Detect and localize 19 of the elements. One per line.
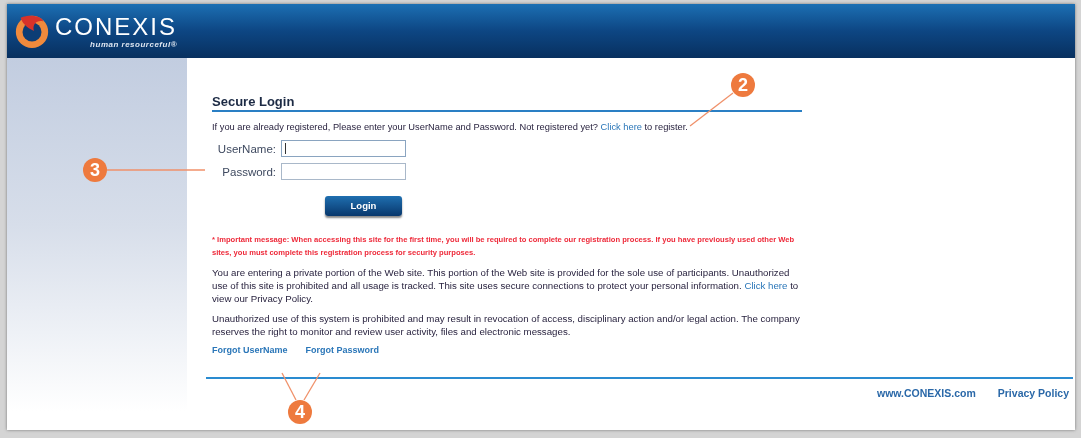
forgot-link[interactable]: Forgot UserName	[212, 344, 288, 355]
field-label: Password:	[221, 165, 276, 178]
field-label: UserName:	[216, 142, 276, 155]
footer-link[interactable]: www.CONEXIS.com	[877, 386, 976, 399]
footer-link[interactable]: Privacy Policy	[997, 386, 1069, 399]
privacy-link[interactable]: Click here	[744, 279, 788, 291]
forgot-link[interactable]: Forgot Password	[305, 344, 380, 355]
input-field[interactable]	[281, 140, 406, 157]
register-link[interactable]: Click here	[600, 122, 642, 132]
input-field[interactable]	[281, 163, 406, 180]
logo-wordmark: CONEXIS	[55, 13, 178, 40]
login-button[interactable]: Login	[325, 195, 402, 216]
privacy-notice: You are entering a private portion of the Web site. This portion of the Web site is provided for the sole use of participants. Unauthorized use of this site is prohibited and all usage is tracked. This site uses secure connections to protect your personal information. Click here to view our Privacy Policy.	[212, 265, 800, 305]
leader-line	[689, 92, 734, 127]
intro-text: If you are already registered, Please enter your UserName and Password. Not registered yet? Click here to register.	[212, 122, 689, 132]
login-heading: Secure Login	[212, 94, 802, 112]
leader-line	[281, 372, 321, 401]
logo-tagline: human resourceful®	[90, 39, 178, 49]
warning-text: Unauthorized use of this system is prohibited and may result in revocation of access, disciplinary action and/or legal action. The company reserves the right to monitor and review user activity, files and electronic messages.	[212, 311, 801, 338]
